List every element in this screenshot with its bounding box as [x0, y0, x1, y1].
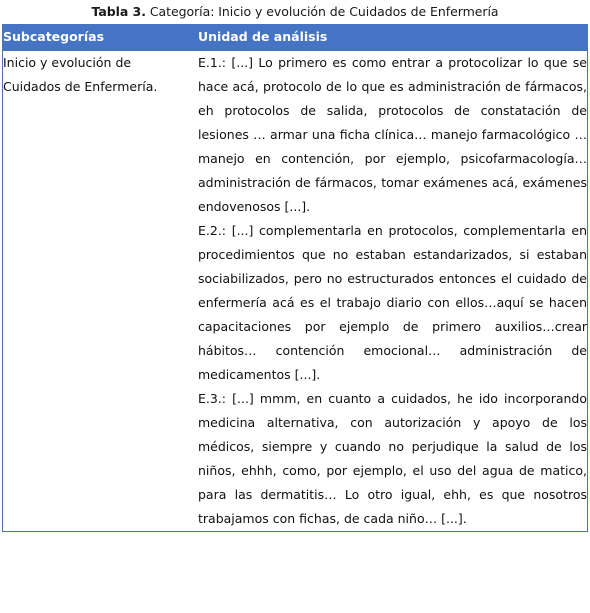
data-table: Subcategorías Unidad de análisis Inicio … [3, 24, 587, 531]
table-header: Subcategorías Unidad de análisis [3, 24, 587, 51]
table-body: Inicio y evolución de Cuidados de Enferm… [3, 51, 587, 531]
cell-unidad-de-analisis: E.1.: [...] Lo primero es como entrar a … [198, 51, 587, 531]
table-caption: Tabla 3. Categoría: Inicio y evolución d… [0, 0, 590, 22]
quote-paragraph-e1: E.1.: [...] Lo primero es como entrar a … [198, 55, 587, 214]
table-caption-label: Tabla 3. [91, 4, 146, 19]
document-page: Tabla 3. Categoría: Inicio y evolución d… [0, 0, 590, 613]
table-header-row: Subcategorías Unidad de análisis [3, 24, 587, 51]
subcategoria-line-2: Cuidados de Enfermería. [3, 79, 158, 94]
data-table-container: Subcategorías Unidad de análisis Inicio … [2, 24, 588, 532]
column-header-subcategorias: Subcategorías [3, 24, 198, 51]
column-header-unidad-de-analisis: Unidad de análisis [198, 24, 587, 51]
subcategoria-line-1: Inicio y evolución de [3, 55, 132, 70]
quote-paragraph-e3: E.3.: [...] mmm, en cuanto a cuidados, h… [198, 391, 587, 526]
table-caption-text: Categoría: Inicio y evolución de Cuidado… [145, 4, 499, 19]
quote-paragraph-e2: E.2.: [...] complementarla en protocolos… [198, 223, 587, 382]
cell-subcategoria: Inicio y evolución de Cuidados de Enferm… [3, 51, 198, 531]
table-row: Inicio y evolución de Cuidados de Enferm… [3, 51, 587, 531]
